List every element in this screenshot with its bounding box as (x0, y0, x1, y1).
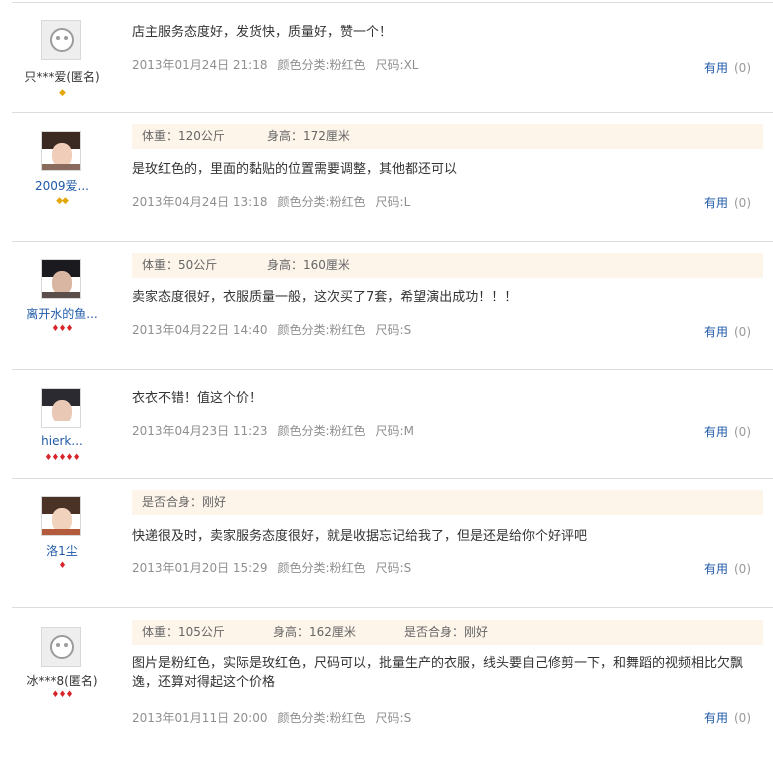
sku-color: 颜色分类:粉红色 (277, 323, 366, 337)
buyer-spec-item: 是否合身：刚好 (404, 625, 489, 639)
default-avatar-icon (41, 627, 81, 667)
helpful-count: (0) (734, 562, 751, 576)
helpful-count: (0) (734, 711, 751, 725)
user-avatar[interactable] (41, 388, 81, 428)
sku-size: 尺码:S (375, 711, 412, 725)
review-date: 2013年01月11日 20:00 (132, 711, 268, 725)
helpful-label[interactable]: 有用 (704, 711, 728, 725)
review-date: 2013年01月20日 15:29 (132, 561, 268, 575)
buyer-spec-item: 身高：162厘米 (273, 625, 356, 639)
review-meta: 2013年04月22日 14:40 颜色分类:粉红色 尺码:S (132, 321, 411, 338)
review-content: 快递很及时，卖家服务态度很好，就是收据忘记给我了，但是还是给你个好评吧 (132, 529, 588, 544)
reputation-badge-icon[interactable]: ◆◆ (12, 196, 112, 206)
review-content: 图片是粉红色，实际是玫红色，尺码可以，批量生产的衣服，线头要自己修剪一下，和舞蹈… (132, 656, 744, 690)
reviewer-name: 只***爱(匿名) (24, 70, 100, 84)
helpful-count: (0) (734, 61, 751, 75)
review-content: 是玫红色的，里面的黏贴的位置需要调整，其他都还可以 (132, 162, 458, 177)
review-item: 2009爱... ◆◆ 体重：120公斤 身高：172厘米是玫红色的，里面的黏贴的位置… (12, 112, 773, 242)
review-item: 只***爱(匿名) ◆ 店主服务态度好，发货快，质量好，赞一个！ 2013年01月24… (12, 2, 773, 113)
reviewer-name[interactable]: 洛1尘 (12, 542, 112, 559)
sku-size: 尺码:S (375, 323, 412, 337)
user-avatar[interactable] (41, 131, 81, 171)
buyer-spec-item: 体重：105公斤 (142, 625, 225, 639)
review-date: 2013年04月22日 14:40 (132, 323, 268, 337)
sku-color: 颜色分类:粉红色 (277, 711, 366, 725)
helpful-count: (0) (734, 425, 751, 439)
reputation-badge-icon[interactable]: ◆ (12, 88, 112, 98)
sku-size: 尺码:M (375, 424, 414, 438)
sku-color: 颜色分类:粉红色 (277, 58, 366, 72)
sku-color: 颜色分类:粉红色 (277, 195, 366, 209)
sku-color: 颜色分类:粉红色 (277, 561, 366, 575)
helpful-button[interactable]: 有用 (0) (704, 194, 751, 211)
user-avatar[interactable] (41, 259, 81, 299)
review-meta: 2013年04月23日 11:23 颜色分类:粉红色 尺码:M (132, 422, 414, 439)
review-meta: 2013年01月20日 15:29 颜色分类:粉红色 尺码:S (132, 559, 411, 576)
helpful-label[interactable]: 有用 (704, 196, 728, 210)
review-meta: 2013年01月11日 20:00 颜色分类:粉红色 尺码:S (132, 709, 411, 726)
helpful-label[interactable]: 有用 (704, 425, 728, 439)
reputation-badge-icon[interactable]: ♦♦♦ (12, 324, 112, 334)
helpful-count: (0) (734, 196, 751, 210)
review-item: 洛1尘 ♦ 是否合身：刚好快递很及时，卖家服务态度很好，就是收据忘记给我了，但是还是… (12, 478, 773, 608)
buyer-spec-item: 身高：172厘米 (267, 129, 350, 143)
helpful-count: (0) (734, 325, 751, 339)
reviewer-name[interactable]: hierk... (12, 434, 112, 448)
buyer-spec-bar: 体重：105公斤 身高：162厘米 是否合身：刚好 (132, 620, 763, 645)
sku-color: 颜色分类:粉红色 (277, 424, 366, 438)
review-meta: 2013年01月24日 21:18 颜色分类:粉红色 尺码:XL (132, 56, 418, 73)
reviewer-name: 冰***8(匿名) (26, 674, 98, 688)
review-date: 2013年04月24日 13:18 (132, 195, 268, 209)
reputation-badge-icon[interactable]: ♦♦♦♦♦ (12, 453, 112, 463)
helpful-button[interactable]: 有用 (0) (704, 59, 751, 76)
review-content: 卖家态度很好，衣服质量一般，这次买了7套，希望演出成功！！！ (132, 290, 518, 305)
buyer-spec-bar: 体重：120公斤 身高：172厘米 (132, 124, 763, 149)
reviewer-name[interactable]: 离开水的鱼... (12, 305, 112, 322)
helpful-button[interactable]: 有用 (0) (704, 560, 751, 577)
buyer-spec-bar: 是否合身：刚好 (132, 490, 763, 515)
review-item: 离开水的鱼... ♦♦♦ 体重：50公斤 身高：160厘米卖家态度很好，衣服质量一般，… (12, 241, 773, 370)
buyer-spec-item: 体重：50公斤 (142, 258, 218, 272)
helpful-button[interactable]: 有用 (0) (704, 709, 751, 726)
review-date: 2013年04月23日 11:23 (132, 424, 268, 438)
review-item: hierk... ♦♦♦♦♦ 衣衣不错！值这个价！ 2013年04月23日 11:23… (12, 369, 773, 479)
helpful-button[interactable]: 有用 (0) (704, 423, 751, 440)
sku-size: 尺码:XL (375, 58, 419, 72)
buyer-spec-item: 是否合身：刚好 (142, 495, 227, 509)
sku-size: 尺码:S (375, 561, 412, 575)
reputation-badge-icon[interactable]: ♦♦♦ (12, 690, 112, 700)
review-content: 店主服务态度好，发货快，质量好，赞一个！ (132, 25, 393, 40)
reputation-badge-icon[interactable]: ♦ (12, 561, 112, 571)
review-content: 衣衣不错！值这个价！ (132, 391, 263, 406)
reviewer-name[interactable]: 2009爱... (12, 177, 112, 194)
user-avatar[interactable] (41, 496, 81, 536)
review-date: 2013年01月24日 21:18 (132, 58, 268, 72)
helpful-button[interactable]: 有用 (0) (704, 323, 751, 340)
review-meta: 2013年04月24日 13:18 颜色分类:粉红色 尺码:L (132, 193, 410, 210)
helpful-label[interactable]: 有用 (704, 562, 728, 576)
buyer-spec-item: 体重：120公斤 (142, 129, 225, 143)
buyer-spec-bar: 体重：50公斤 身高：160厘米 (132, 253, 763, 278)
sku-size: 尺码:L (375, 195, 411, 209)
helpful-label[interactable]: 有用 (704, 325, 728, 339)
review-item: 冰***8(匿名) ♦♦♦ 体重：105公斤 身高：162厘米 是否合身：刚好图片是粉红… (12, 607, 773, 763)
default-avatar-icon (41, 20, 81, 60)
helpful-label[interactable]: 有用 (704, 61, 728, 75)
buyer-spec-item: 身高：160厘米 (267, 258, 350, 272)
